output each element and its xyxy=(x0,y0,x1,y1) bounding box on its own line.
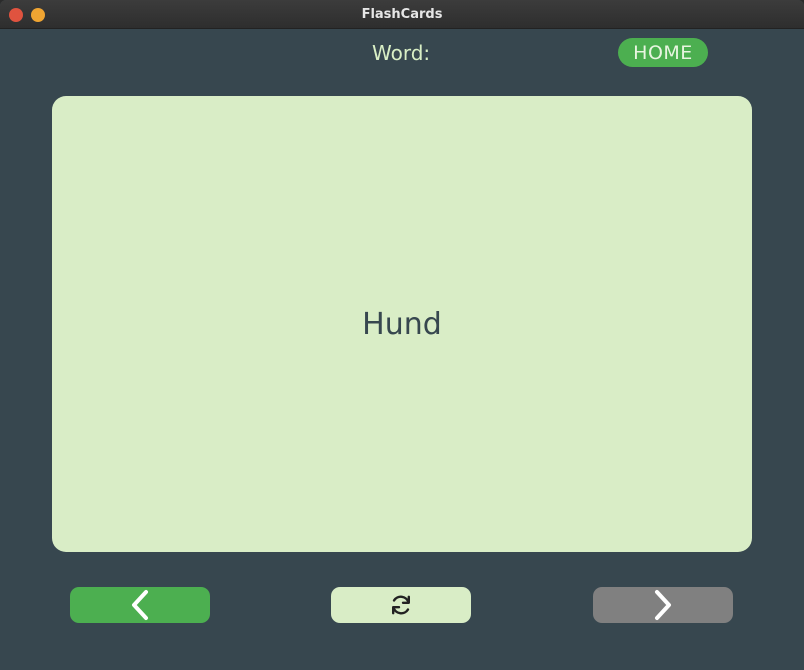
card-word: Hund xyxy=(362,306,442,342)
home-button[interactable]: HOME xyxy=(618,38,708,67)
next-card-button[interactable] xyxy=(593,587,733,623)
word-label: Word: xyxy=(372,41,431,65)
window-title: FlashCards xyxy=(361,7,443,22)
flashcard[interactable]: Hund xyxy=(52,96,752,552)
chevron-left-icon xyxy=(128,589,152,621)
refresh-icon xyxy=(389,593,413,617)
flip-card-button[interactable] xyxy=(331,587,471,623)
flashcards-window: FlashCards Word: HOME Hund xyxy=(0,0,804,670)
chevron-right-icon xyxy=(651,589,675,621)
previous-card-button[interactable] xyxy=(70,587,210,623)
title-bar: FlashCards xyxy=(0,0,804,29)
